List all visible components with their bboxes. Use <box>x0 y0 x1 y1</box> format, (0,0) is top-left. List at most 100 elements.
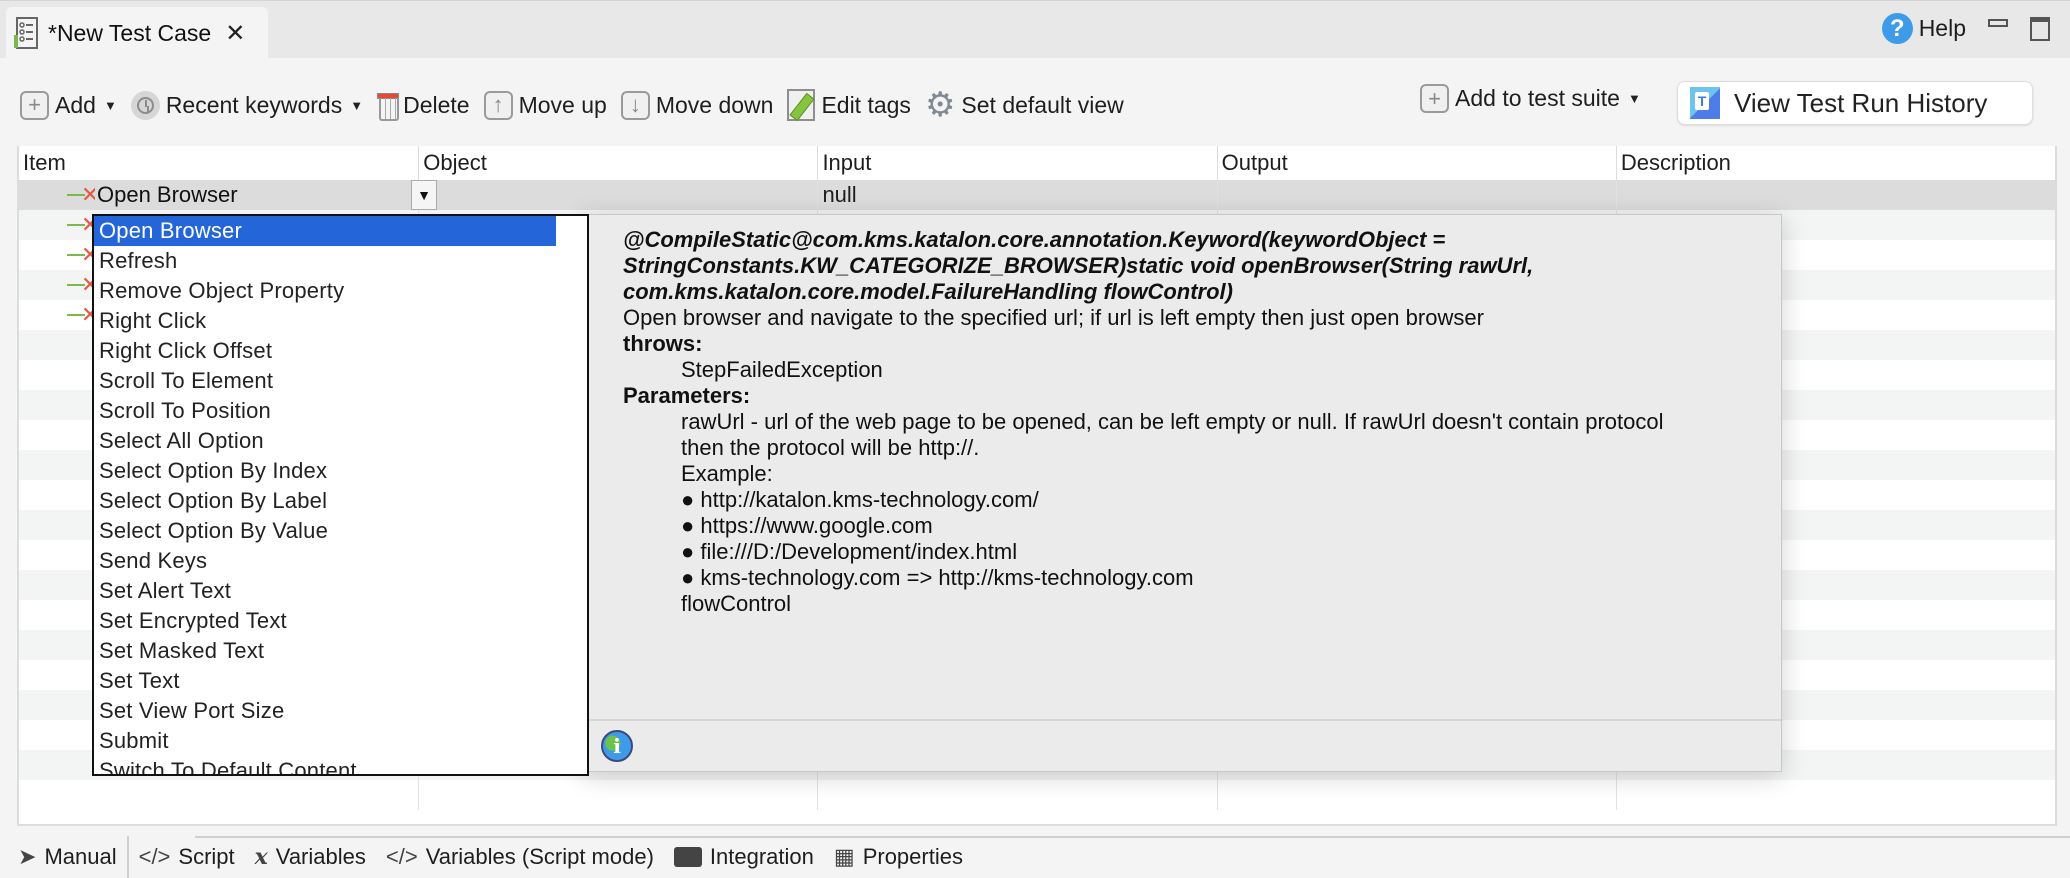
doc-popup-footer: i <box>583 719 1781 771</box>
close-icon[interactable]: ✕ <box>225 19 245 48</box>
maximize-icon[interactable] <box>2030 16 2050 41</box>
tab-manual[interactable]: ➤ Manual <box>0 836 129 878</box>
keyword-option[interactable]: Submit <box>94 726 587 756</box>
keyword-doc-popup: @CompileStatic@com.kms.katalon.core.anno… <box>582 214 1782 772</box>
column-header-input[interactable]: Input <box>817 146 1216 180</box>
plus-icon: + <box>20 90 49 120</box>
editor-tab-bar: *New Test Case ✕ ? Help <box>0 0 2070 59</box>
keyword-combo[interactable]: Open Browser ▼ <box>95 180 455 210</box>
doc-signature-line: com.kms.katalon.core.model.FailureHandli… <box>623 279 1233 304</box>
cell-object[interactable] <box>418 780 817 810</box>
tab-integration[interactable]: Integration <box>664 836 824 878</box>
keyword-option[interactable]: Select Option By Value <box>94 516 587 546</box>
keyword-option[interactable]: Set Text <box>94 666 587 696</box>
keyword-option[interactable]: Select All Option <box>94 426 587 456</box>
keyword-option[interactable]: Set Encrypted Text <box>94 606 587 636</box>
column-header-description[interactable]: Description <box>1615 146 2055 180</box>
cell-output[interactable] <box>1216 780 1616 810</box>
cell-description[interactable] <box>1615 780 2055 810</box>
help-button[interactable]: ? Help <box>1881 13 1966 44</box>
keyword-option[interactable]: Open Browser <box>94 216 556 246</box>
tab-label: Manual <box>44 844 117 869</box>
keyword-option[interactable]: Remove Object Property <box>94 276 587 306</box>
chevron-down-icon[interactable]: ▼ <box>104 98 117 113</box>
step-keyword-icon: ✕ <box>67 180 99 210</box>
keyword-dropdown-list[interactable]: Open Browser Refresh Remove Object Propert… <box>92 214 589 776</box>
testops-logo-icon <box>1690 87 1720 119</box>
table-header: Item Object Input Output Description <box>19 146 2055 180</box>
editor-tab-title: *New Test Case <box>48 19 212 46</box>
doc-param-line: ● https://www.google.com <box>681 513 933 538</box>
view-test-run-history-button[interactable]: View Test Run History <box>1677 81 2033 125</box>
doc-parameters-label: Parameters: <box>623 383 751 408</box>
recent-keywords-label: Recent keywords <box>165 91 343 118</box>
table-icon: ▦ <box>833 844 855 869</box>
arrow-up-icon: ↑ <box>483 90 513 120</box>
column-header-output[interactable]: Output <box>1216 146 1616 180</box>
doc-param-line: then the protocol will be http://. <box>681 435 980 460</box>
cursor-icon: ➤ <box>18 844 37 869</box>
chevron-down-icon[interactable]: ▼ <box>350 98 363 113</box>
keyword-option[interactable]: Set View Port Size <box>94 696 587 726</box>
table-row[interactable] <box>19 780 2055 810</box>
history-icon <box>130 90 160 120</box>
add-to-test-suite-label: Add to test suite <box>1455 85 1620 111</box>
keyword-option[interactable]: Refresh <box>94 246 587 276</box>
add-to-test-suite-button[interactable]: + Add to test suite ▼ <box>1420 84 1641 113</box>
edit-tags-button[interactable]: Edit tags <box>787 89 911 121</box>
view-test-run-history-label: View Test Run History <box>1734 87 1988 118</box>
trash-icon <box>377 90 400 121</box>
keyword-option[interactable]: Send Keys <box>94 546 587 576</box>
keyword-option[interactable]: Set Alert Text <box>94 576 587 606</box>
keyword-combo-value[interactable]: Open Browser <box>95 181 415 209</box>
help-icon: ? <box>1881 13 1913 44</box>
doc-param-line: ● kms-technology.com => http://kms-techn… <box>681 565 1194 590</box>
cell-input[interactable]: null <box>817 180 1216 210</box>
doc-param-line: flowControl <box>681 591 792 616</box>
chevron-down-icon[interactable]: ▼ <box>1628 91 1641 106</box>
tab-label: Script <box>178 844 235 869</box>
info-globe-icon[interactable]: i <box>601 730 633 762</box>
doc-param-line: ● file:///D:/Development/index.html <box>681 539 1018 564</box>
arrow-down-icon: ↓ <box>620 90 650 120</box>
cell-object[interactable] <box>418 180 817 210</box>
integration-icon <box>673 847 702 867</box>
minimize-icon[interactable] <box>1988 18 2008 27</box>
move-down-button[interactable]: ↓ Move down <box>620 90 773 120</box>
tab-script[interactable]: </> Script <box>129 836 245 878</box>
chevron-down-icon[interactable]: ▼ <box>411 180 437 210</box>
tab-label: Integration <box>709 844 814 869</box>
cell-output[interactable] <box>1216 180 1616 210</box>
gear-icon: ⚙ <box>924 86 956 124</box>
tab-variables[interactable]: x Variables <box>245 836 376 878</box>
keyword-option[interactable]: Scroll To Position <box>94 396 587 426</box>
cell-description[interactable] <box>1615 180 2055 210</box>
doc-description: Open browser and navigate to the specifi… <box>623 305 1484 330</box>
add-button[interactable]: + Add ▼ <box>20 90 117 120</box>
keyword-option[interactable]: Set Masked Text <box>94 636 587 666</box>
cell-item[interactable] <box>19 780 418 810</box>
keyword-option[interactable]: Right Click <box>94 306 587 336</box>
code-icon: </> <box>385 844 418 869</box>
delete-button[interactable]: Delete <box>377 90 470 121</box>
help-label: Help <box>1918 15 1966 41</box>
doc-throws-label: throws: <box>623 331 703 356</box>
keyword-option[interactable]: Select Option By Index <box>94 456 587 486</box>
set-default-view-button[interactable]: ⚙ Set default view <box>925 88 1124 122</box>
keyword-option[interactable]: Switch To Default Content <box>94 756 587 774</box>
tab-label: Properties <box>862 844 963 869</box>
recent-keywords-button[interactable]: Recent keywords ▼ <box>130 90 363 120</box>
doc-param-line: Example: <box>681 461 773 486</box>
move-up-button[interactable]: ↑ Move up <box>483 90 607 120</box>
editor-tab-new-test-case[interactable]: *New Test Case ✕ <box>6 7 268 59</box>
column-header-object[interactable]: Object <box>418 146 817 180</box>
keyword-option[interactable]: Select Option By Label <box>94 486 587 516</box>
cell-input[interactable] <box>817 780 1216 810</box>
keyword-option[interactable]: Scroll To Element <box>94 366 587 396</box>
tab-variables-script-mode[interactable]: </> Variables (Script mode) <box>376 836 664 878</box>
keyword-option[interactable]: Right Click Offset <box>94 336 587 366</box>
doc-param-line: rawUrl - url of the web page to be opene… <box>681 409 1664 434</box>
column-header-item[interactable]: Item <box>19 146 418 180</box>
edit-tags-label: Edit tags <box>821 91 911 118</box>
tab-properties[interactable]: ▦ Properties <box>824 836 973 878</box>
